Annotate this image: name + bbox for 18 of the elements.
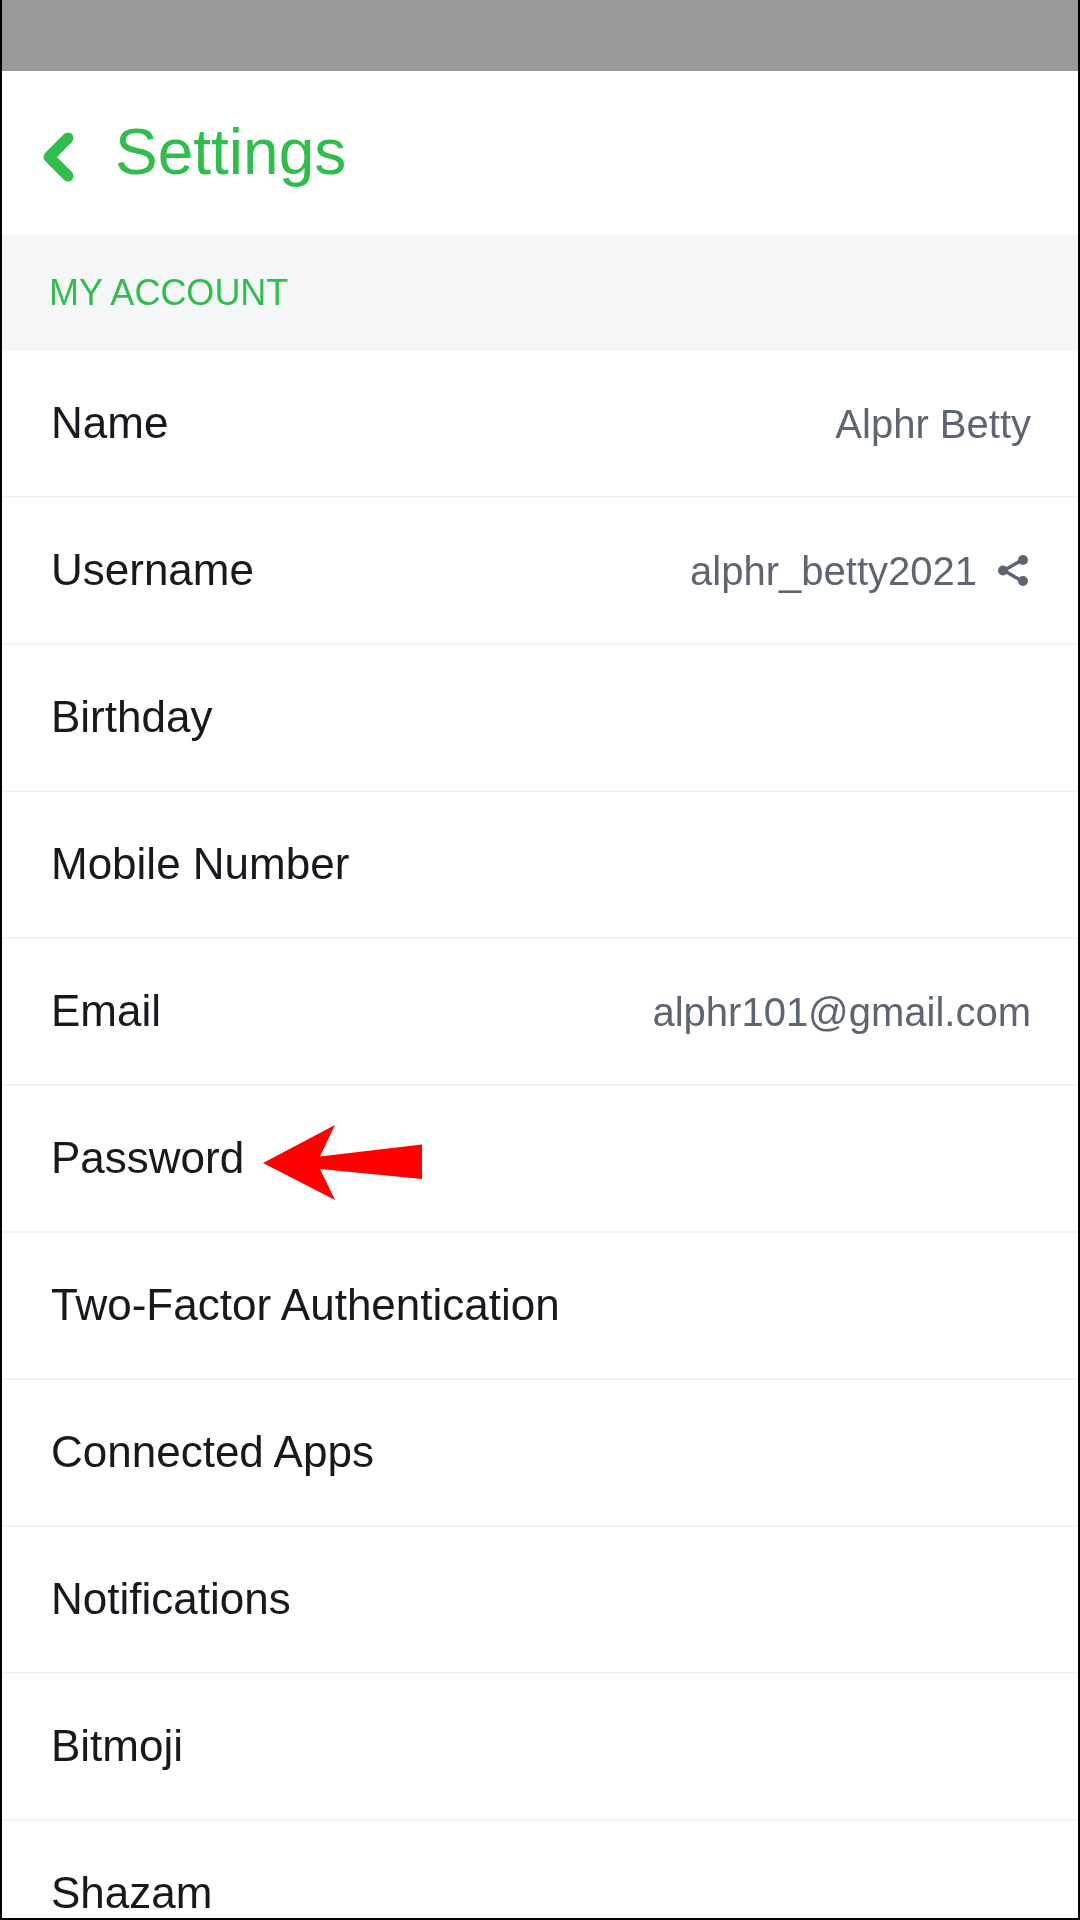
section-title: MY ACCOUNT: [49, 272, 289, 314]
page-title: Settings: [115, 116, 347, 190]
row-value: Alphr Betty: [835, 400, 1031, 447]
chevron-left-icon: [41, 132, 75, 182]
row-label: Birthday: [51, 692, 213, 743]
row-label: Username: [51, 545, 254, 596]
row-label: Password: [51, 1133, 245, 1184]
row-label: Two-Factor Authentication: [51, 1280, 560, 1331]
row-label: Name: [51, 398, 169, 449]
row-value: alphr101@gmail.com: [652, 988, 1031, 1035]
row-label: Email: [51, 986, 162, 1037]
row-label: Bitmoji: [51, 1721, 184, 1772]
row-label: Notifications: [51, 1574, 291, 1625]
row-label: Connected Apps: [51, 1427, 374, 1478]
row-label: Mobile Number: [51, 839, 350, 890]
row-value: alphr_betty2021: [690, 547, 977, 594]
row-label: Shazam: [51, 1868, 213, 1918]
share-icon[interactable]: [997, 554, 1029, 587]
